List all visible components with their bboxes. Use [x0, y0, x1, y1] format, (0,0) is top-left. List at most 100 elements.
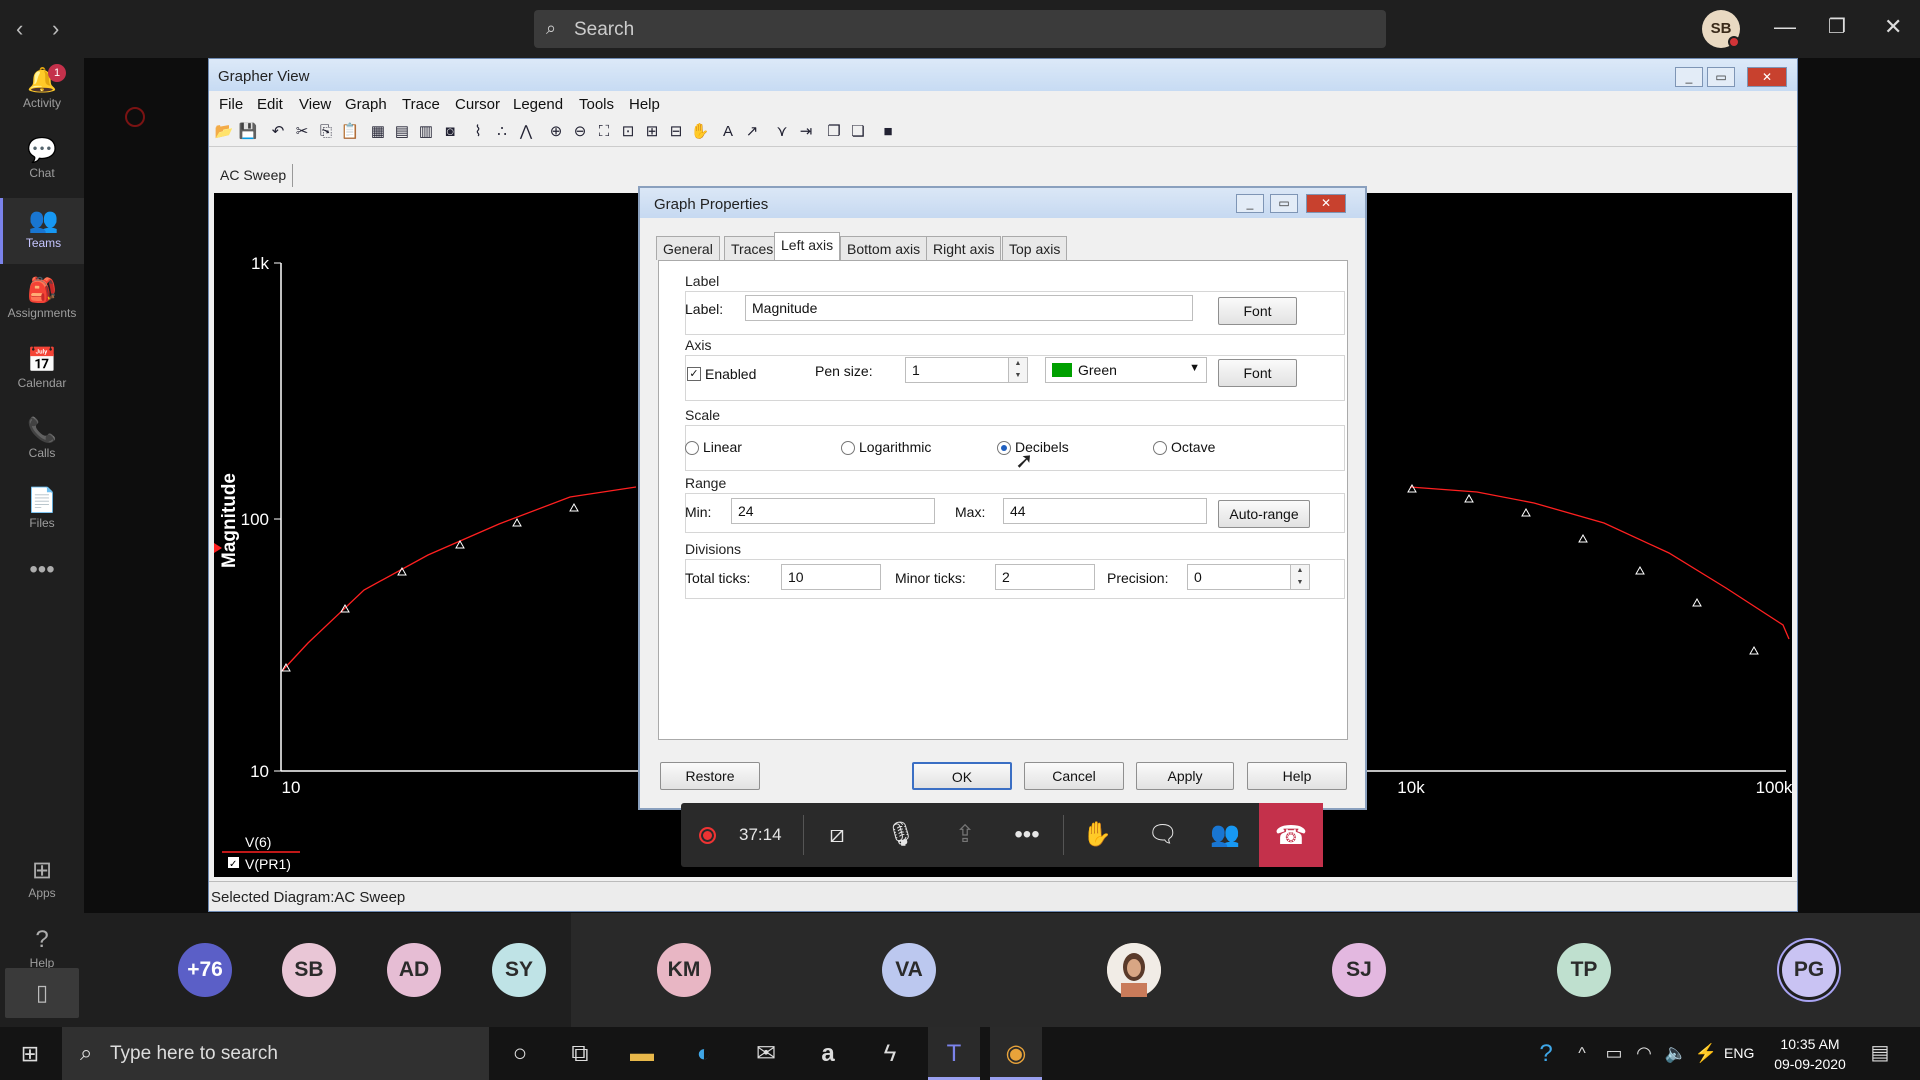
grapher-close-button[interactable]: ✕: [1747, 67, 1787, 87]
tab-right-axis[interactable]: Right axis: [926, 236, 1002, 260]
chart-icon[interactable]: ▥: [415, 122, 437, 142]
mic-muted-icon[interactable]: 🎙: [871, 803, 931, 867]
windows-start-icon[interactable]: ⊞: [4, 1027, 56, 1080]
zoom-in-icon[interactable]: ⊕: [545, 122, 567, 142]
total-ticks-input[interactable]: 10: [781, 564, 881, 590]
axis-font-button[interactable]: Font: [1218, 359, 1297, 387]
copy-graph-icon[interactable]: ❐: [823, 122, 845, 142]
cancel-button[interactable]: Cancel: [1024, 762, 1124, 790]
chrome-icon[interactable]: ◉: [990, 1027, 1042, 1080]
task-view-icon[interactable]: ⧉: [554, 1027, 606, 1080]
taskbar-clock[interactable]: 10:35 AM 09-09-2020: [1770, 1034, 1850, 1074]
zoom-area-icon[interactable]: ⛶: [593, 122, 615, 142]
tab-ac-sweep[interactable]: AC Sweep: [214, 164, 294, 187]
precision-spinner[interactable]: ▲ ▼: [1290, 564, 1310, 590]
tab-left-axis[interactable]: Left axis: [774, 232, 841, 260]
participant-avatar[interactable]: SB: [282, 943, 336, 997]
undo-icon[interactable]: ↶: [267, 122, 289, 142]
ok-button[interactable]: OK: [912, 762, 1012, 790]
paste-graph-icon[interactable]: ❏: [847, 122, 869, 142]
points-icon[interactable]: ∴: [491, 122, 513, 142]
scale-linear-radio[interactable]: [685, 441, 699, 455]
save-icon[interactable]: 💾: [237, 122, 259, 142]
rail-item-apps[interactable]: ⊞ Apps: [0, 848, 84, 914]
participant-avatar[interactable]: TP: [1557, 943, 1611, 997]
cursor-icon[interactable]: ⋎: [771, 122, 793, 142]
grapher-maximize-button[interactable]: ▭: [1707, 67, 1735, 87]
participant-avatar[interactable]: PG: [1782, 943, 1836, 997]
axis-color-select[interactable]: Green ▼: [1045, 357, 1207, 383]
markers-icon[interactable]: ⋀: [515, 122, 537, 142]
participant-avatar[interactable]: SJ: [1332, 943, 1386, 997]
copy-icon[interactable]: ⎘: [315, 122, 337, 142]
cortana-icon[interactable]: ○: [494, 1027, 546, 1080]
notifications-icon[interactable]: ▤: [1854, 1027, 1906, 1080]
rail-item-teams[interactable]: 👥 Teams: [0, 198, 84, 264]
export-icon[interactable]: ⇥: [795, 122, 817, 142]
grid2-icon[interactable]: ▤: [391, 122, 413, 142]
rail-item-assignments[interactable]: 🎒 Assignments: [0, 268, 84, 334]
tab-top-axis[interactable]: Top axis: [1002, 236, 1068, 260]
menu-tools[interactable]: Tools: [579, 96, 614, 113]
device-icon[interactable]: ▯: [5, 968, 79, 1018]
restore-icon[interactable]: ❐: [1828, 14, 1846, 39]
file-explorer-icon[interactable]: ▬: [616, 1027, 668, 1080]
menu-graph[interactable]: Graph: [345, 96, 387, 113]
zoom-out-icon[interactable]: ⊖: [569, 122, 591, 142]
label-input[interactable]: Magnitude: [745, 295, 1193, 321]
scale-logarithmic-radio[interactable]: [841, 441, 855, 455]
menu-cursor[interactable]: Cursor: [455, 96, 500, 113]
menu-edit[interactable]: Edit: [257, 96, 283, 113]
camera-off-icon[interactable]: ⧄: [807, 803, 867, 867]
forward-arrow-icon[interactable]: ›: [52, 16, 59, 42]
participant-avatar[interactable]: KM: [657, 943, 711, 997]
raise-hand-icon[interactable]: ✋: [1067, 803, 1127, 867]
minimize-icon[interactable]: —: [1774, 14, 1796, 40]
grid-icon[interactable]: ▦: [367, 122, 389, 142]
pan-icon[interactable]: ✋: [689, 122, 711, 142]
language-indicator[interactable]: ENG: [1724, 1045, 1754, 1061]
pen-size-spinner[interactable]: ▲ ▼: [1008, 357, 1028, 383]
amazon-icon[interactable]: a: [802, 1027, 854, 1080]
menu-view[interactable]: View: [299, 96, 331, 113]
cut-icon[interactable]: ✂: [291, 122, 313, 142]
teams-taskbar-icon[interactable]: T: [928, 1027, 980, 1080]
teams-search-input[interactable]: ⌕ Search: [534, 10, 1386, 48]
grapher-minimize-button[interactable]: _: [1675, 67, 1703, 87]
menu-trace[interactable]: Trace: [402, 96, 440, 113]
participant-photo-avatar[interactable]: [1107, 943, 1161, 997]
tab-bottom-axis[interactable]: Bottom axis: [840, 236, 928, 260]
minor-ticks-input[interactable]: 2: [995, 564, 1095, 590]
mail-icon[interactable]: ✉: [740, 1027, 792, 1080]
share-screen-icon[interactable]: ⇪: [935, 803, 995, 867]
arrow-icon[interactable]: ↗: [741, 122, 763, 142]
paste-icon[interactable]: 📋: [339, 122, 361, 142]
rail-item-calls[interactable]: 📞 Calls: [0, 408, 84, 474]
dialog-minimize-button[interactable]: _: [1236, 194, 1264, 213]
zoom-y-icon[interactable]: ⊟: [665, 122, 687, 142]
max-input[interactable]: 44: [1003, 498, 1207, 524]
participant-avatar[interactable]: +76: [178, 943, 232, 997]
rail-item-calendar[interactable]: 📅 Calendar: [0, 338, 84, 404]
hang-up-button[interactable]: ☎: [1259, 803, 1323, 867]
label-font-button[interactable]: Font: [1218, 297, 1297, 325]
tab-traces[interactable]: Traces: [724, 236, 781, 260]
enabled-checkbox[interactable]: ✓: [687, 367, 701, 381]
menu-help[interactable]: Help: [629, 96, 660, 113]
close-icon[interactable]: ✕: [1884, 14, 1902, 40]
zoom-x-icon[interactable]: ⊞: [641, 122, 663, 142]
scale-octave-radio[interactable]: [1153, 441, 1167, 455]
trace-icon[interactable]: ⌇: [467, 122, 489, 142]
show-conversation-icon[interactable]: 🗨: [1133, 803, 1193, 867]
help-button[interactable]: Help: [1247, 762, 1347, 790]
zoom-fit-icon[interactable]: ⊡: [617, 122, 639, 142]
scale-decibels-radio[interactable]: [997, 441, 1011, 455]
restore-button[interactable]: Restore: [660, 762, 760, 790]
rail-item-activity[interactable]: 🔔 Activity 1: [0, 58, 84, 124]
taskbar-search-input[interactable]: ⌕ Type here to search: [62, 1027, 489, 1080]
dialog-close-button[interactable]: ✕: [1306, 194, 1346, 213]
menu-legend[interactable]: Legend: [513, 96, 563, 113]
rail-item-files[interactable]: 📄 Files: [0, 478, 84, 544]
apply-button[interactable]: Apply: [1136, 762, 1234, 790]
pen-size-input[interactable]: 1: [905, 357, 1009, 383]
